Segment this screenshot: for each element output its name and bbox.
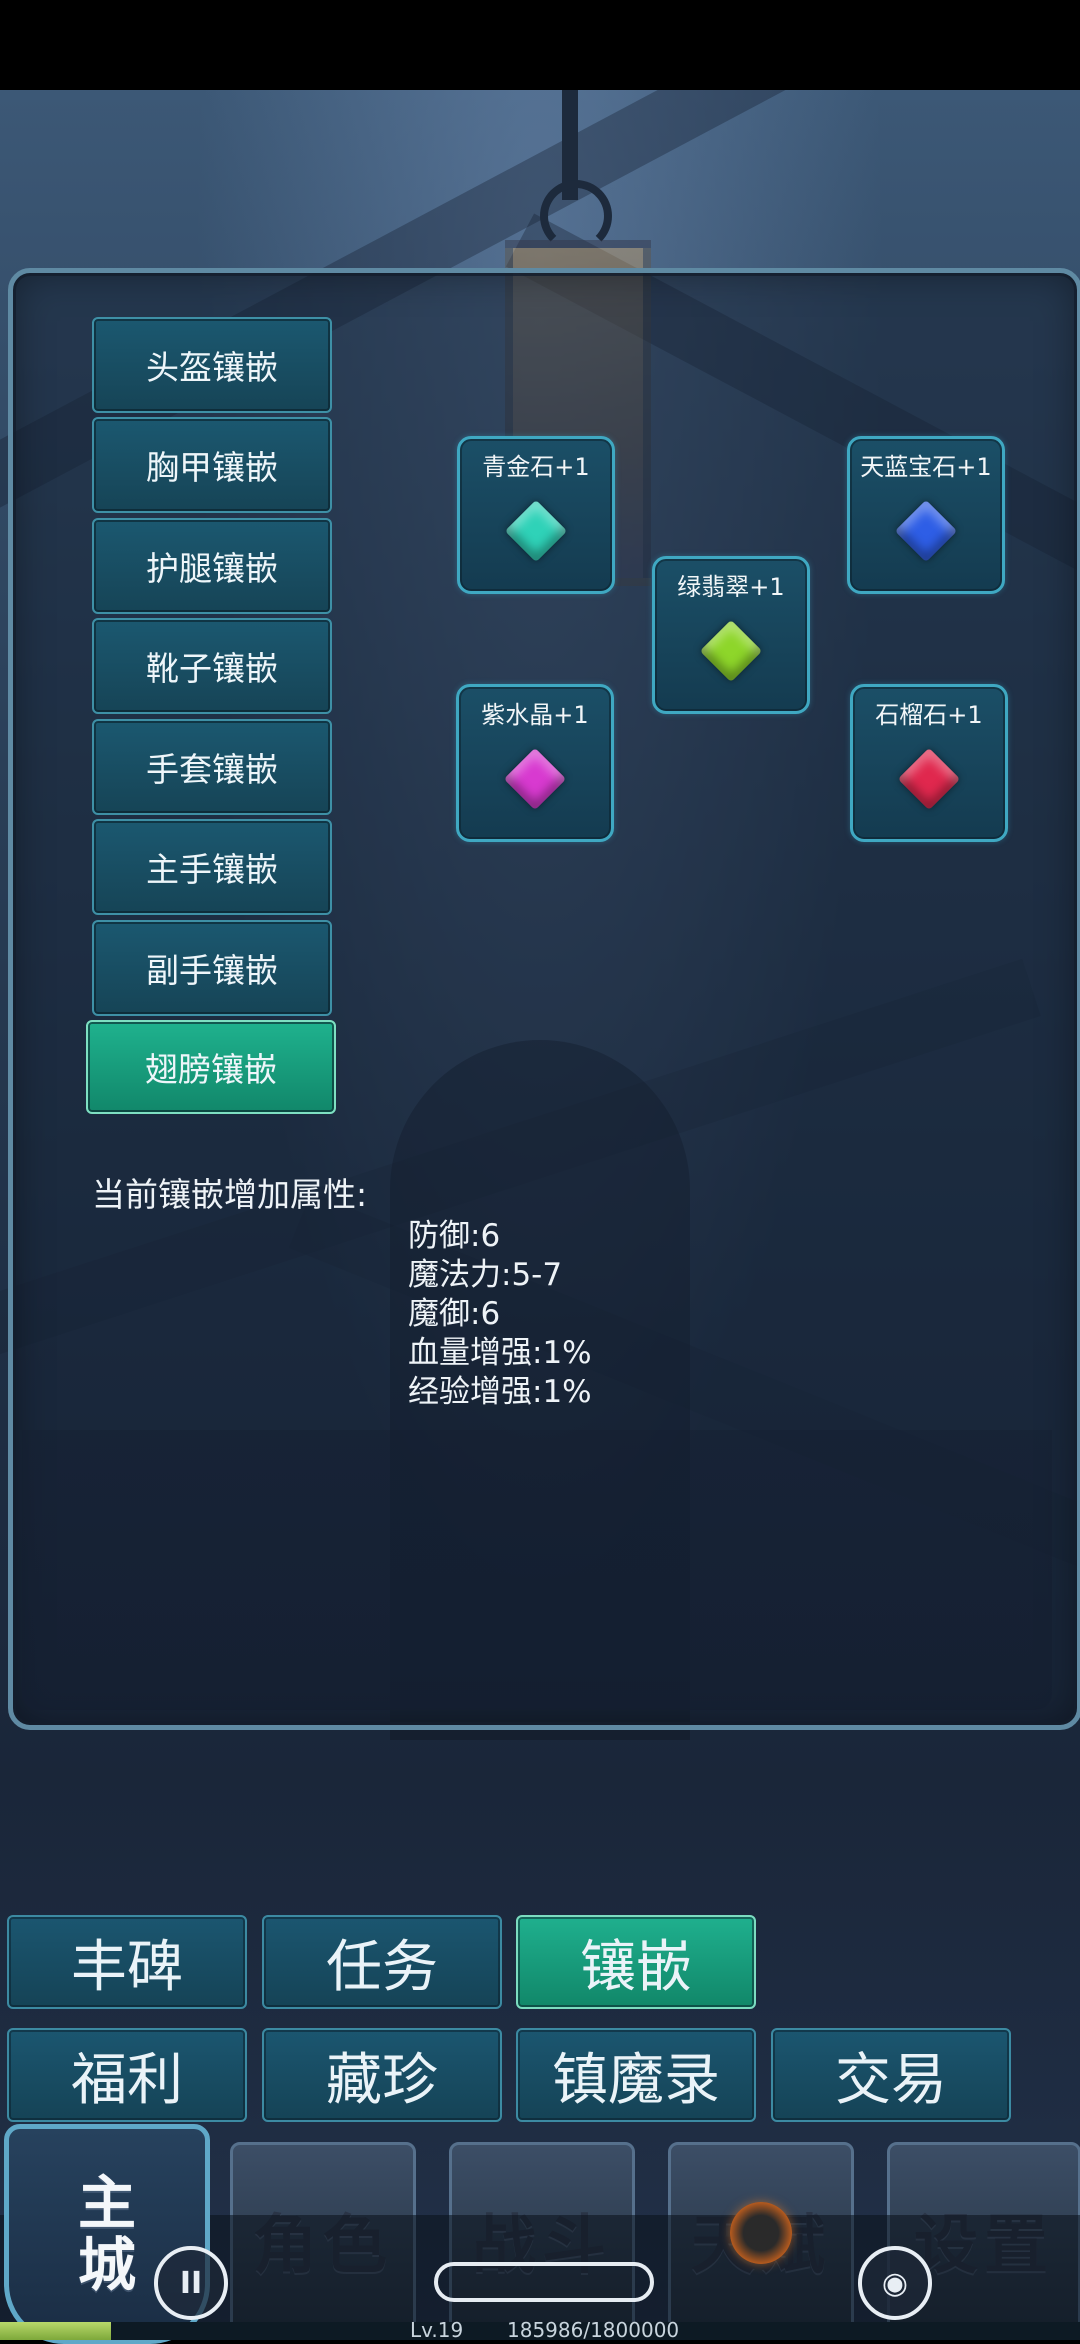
- player-exp: 185986/1800000: [507, 2318, 680, 2342]
- slot-button-boots[interactable]: 靴子镶嵌: [92, 618, 332, 714]
- slot-button-legs[interactable]: 护腿镶嵌: [92, 518, 332, 614]
- status-bar: [0, 0, 1080, 90]
- nav-home-line1: 主: [77, 2169, 136, 2237]
- diamond-gem-icon: [894, 499, 958, 563]
- home-gesture-bar[interactable]: [434, 2262, 654, 2302]
- exp-bar-fill: [0, 2322, 112, 2340]
- diamond-gem-icon: [897, 747, 961, 811]
- gem-slot-amethyst[interactable]: 紫水晶+1: [456, 684, 614, 842]
- attribute-line: 经验增强:1%: [408, 1374, 592, 1410]
- panel-footer-area: [22, 1430, 1052, 1710]
- gem-slot-lapis[interactable]: 青金石+1: [457, 436, 615, 594]
- eye-icon[interactable]: ◉: [858, 2246, 932, 2320]
- gem-slot-sapphire[interactable]: 天蓝宝石+1: [847, 436, 1005, 594]
- player-level: Lv.19: [410, 2318, 464, 2342]
- gem-slot-garnet[interactable]: 石榴石+1: [850, 684, 1008, 842]
- menu-button-welfare[interactable]: 福利: [7, 2028, 247, 2122]
- diamond-gem-icon: [699, 619, 763, 683]
- menu-button-monument[interactable]: 丰碑: [7, 1915, 247, 2009]
- gem-label: 石榴石+1: [875, 701, 983, 729]
- menu-button-trade[interactable]: 交易: [771, 2028, 1011, 2122]
- gem-label: 紫水晶+1: [481, 701, 589, 729]
- gem-label: 绿翡翠+1: [677, 573, 785, 601]
- slot-button-offhand[interactable]: 副手镶嵌: [92, 920, 332, 1016]
- slot-button-gloves[interactable]: 手套镶嵌: [92, 719, 332, 815]
- attributes-title: 当前镶嵌增加属性:: [92, 1175, 368, 1214]
- slot-button-wings[interactable]: 翅膀镶嵌: [86, 1020, 336, 1114]
- menu-button-demon-record[interactable]: 镇魔录: [516, 2028, 756, 2122]
- gem-slot-emerald[interactable]: 绿翡翠+1: [652, 556, 810, 714]
- lock-icon[interactable]: [730, 2202, 792, 2264]
- diamond-gem-icon: [504, 499, 568, 563]
- nav-home-line2: 城: [77, 2231, 136, 2299]
- slot-button-helmet[interactable]: 头盔镶嵌: [92, 317, 332, 413]
- slot-button-mainhand[interactable]: 主手镶嵌: [92, 819, 332, 915]
- gem-label: 天蓝宝石+1: [860, 453, 992, 481]
- pause-icon[interactable]: II: [154, 2246, 228, 2320]
- gem-label: 青金石+1: [482, 453, 590, 481]
- diamond-gem-icon: [503, 747, 567, 811]
- slot-button-chest[interactable]: 胸甲镶嵌: [92, 417, 332, 513]
- menu-button-quests[interactable]: 任务: [262, 1915, 502, 2009]
- menu-button-treasure[interactable]: 藏珍: [262, 2028, 502, 2122]
- menu-button-inlay[interactable]: 镶嵌: [516, 1915, 756, 2009]
